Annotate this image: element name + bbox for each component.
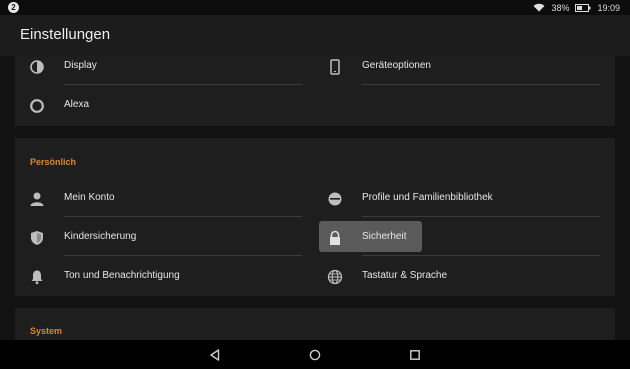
- settings-item-label: Display: [64, 60, 97, 71]
- settings-item-label: Mein Konto: [64, 192, 115, 203]
- page-title: Einstellungen: [20, 26, 111, 43]
- divider: [64, 84, 302, 85]
- settings-item-keyboard-language[interactable]: Tastatur & Sprache: [313, 257, 600, 295]
- divider: [64, 255, 302, 256]
- device-icon: [327, 59, 343, 75]
- divider: [362, 216, 600, 217]
- divider: [64, 216, 302, 217]
- settings-item-label: Alexa: [64, 99, 90, 110]
- settings-item-label: Geräteoptionen: [362, 60, 431, 71]
- clock: 19:09: [597, 2, 620, 13]
- settings-item-display[interactable]: Display: [15, 56, 302, 85]
- settings-item-parental-controls[interactable]: Kindersicherung: [15, 218, 302, 256]
- profiles-icon: [327, 191, 343, 207]
- settings-item-label: Sicherheit: [362, 231, 407, 242]
- settings-item-my-account[interactable]: Mein Konto: [15, 179, 302, 217]
- back-icon[interactable]: [208, 348, 222, 362]
- display-icon: [29, 59, 45, 75]
- globe-icon: [327, 269, 343, 285]
- settings-group-personal: Persönlich Mein Konto Profile und Famili…: [15, 138, 615, 296]
- recents-icon[interactable]: [408, 348, 422, 362]
- settings-item-label: Kindersicherung: [64, 231, 137, 242]
- navigation-bar: [0, 340, 630, 369]
- settings-item-device-options[interactable]: Geräteoptionen: [313, 56, 600, 85]
- alexa-icon: [29, 98, 45, 114]
- app-bar: Einstellungen: [0, 15, 630, 56]
- section-title-system: System: [30, 326, 63, 336]
- shield-icon: [29, 230, 45, 246]
- section-title-personal: Persönlich: [30, 157, 77, 167]
- settings-group-system: System: [15, 308, 615, 340]
- settings-group-general: Display Geräteoptionen Alexa: [15, 56, 615, 126]
- status-bar: 2 38% 19:09: [0, 0, 630, 15]
- settings-item-profiles[interactable]: Profile und Familienbibliothek: [313, 179, 600, 217]
- settings-item-label: Ton und Benachrichtigung: [64, 270, 180, 281]
- settings-item-label: Profile und Familienbibliothek: [362, 192, 493, 203]
- settings-item-sound-notifications[interactable]: Ton und Benachrichtigung: [15, 257, 302, 295]
- settings-item-label: Tastatur & Sprache: [362, 270, 448, 281]
- settings-item-alexa[interactable]: Alexa: [15, 86, 302, 124]
- home-icon[interactable]: [308, 348, 322, 362]
- notification-badge: 2: [8, 2, 19, 13]
- lock-icon: [327, 230, 343, 246]
- battery-percent: 38%: [551, 2, 570, 13]
- divider: [362, 255, 600, 256]
- account-icon: [29, 191, 45, 207]
- divider: [362, 84, 600, 85]
- settings-item-security[interactable]: Sicherheit: [313, 218, 600, 256]
- settings-list[interactable]: Display Geräteoptionen Alexa Persönlich …: [0, 56, 630, 340]
- wifi-icon: [533, 3, 545, 12]
- battery-icon: [575, 3, 591, 12]
- bell-icon: [29, 269, 45, 285]
